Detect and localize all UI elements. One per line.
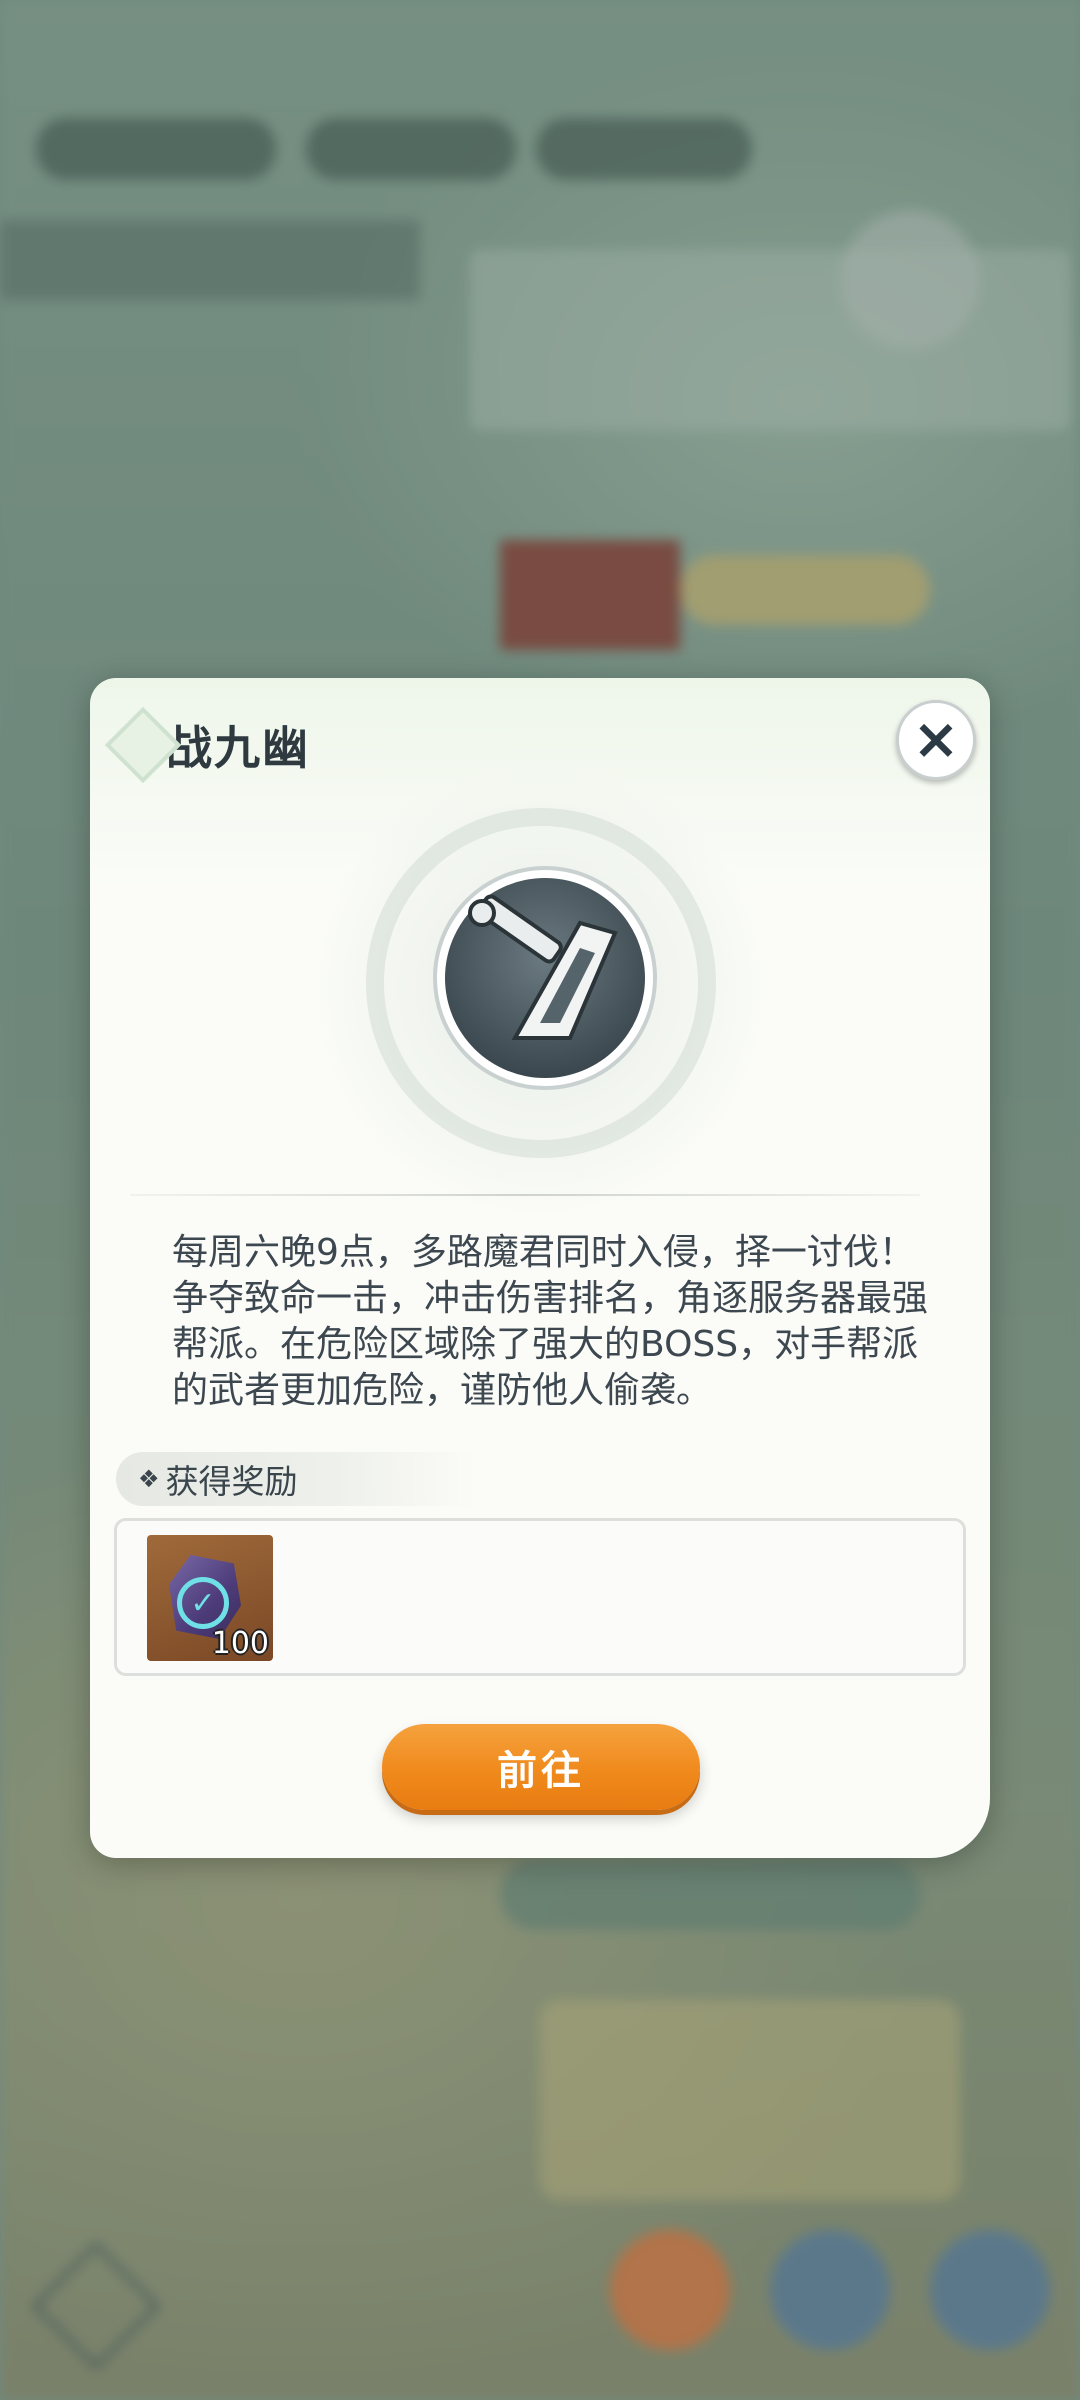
sword-shield-icon <box>433 866 657 1090</box>
event-detail-modal: 战九幽 × 每周六晚9点，多路魔君同时入侵，择一讨伐！争夺致命一击，冲击伤害排名… <box>90 678 990 1858</box>
divider <box>130 1194 920 1196</box>
close-icon: × <box>912 707 960 772</box>
check-icon: ✓ <box>177 1577 229 1629</box>
reward-item[interactable]: ✓ 100 <box>147 1535 273 1661</box>
sparkle-icon: ❖ <box>138 1465 160 1493</box>
go-button[interactable]: 前往 <box>382 1724 700 1810</box>
close-button[interactable]: × <box>896 700 976 780</box>
modal-title: 战九幽 <box>166 721 310 775</box>
modal-header: 战九幽 <box>104 700 310 790</box>
reward-list: ✓ 100 <box>114 1518 966 1676</box>
event-description: 每周六晚9点，多路魔君同时入侵，择一讨伐！争夺致命一击，冲击伤害排名，角逐服务器… <box>172 1232 929 1411</box>
reward-header-label: 获得奖励 <box>165 1462 298 1501</box>
reward-item-count: 100 <box>211 1626 269 1661</box>
reward-section-header: ❖ 获得奖励 <box>116 1452 476 1506</box>
